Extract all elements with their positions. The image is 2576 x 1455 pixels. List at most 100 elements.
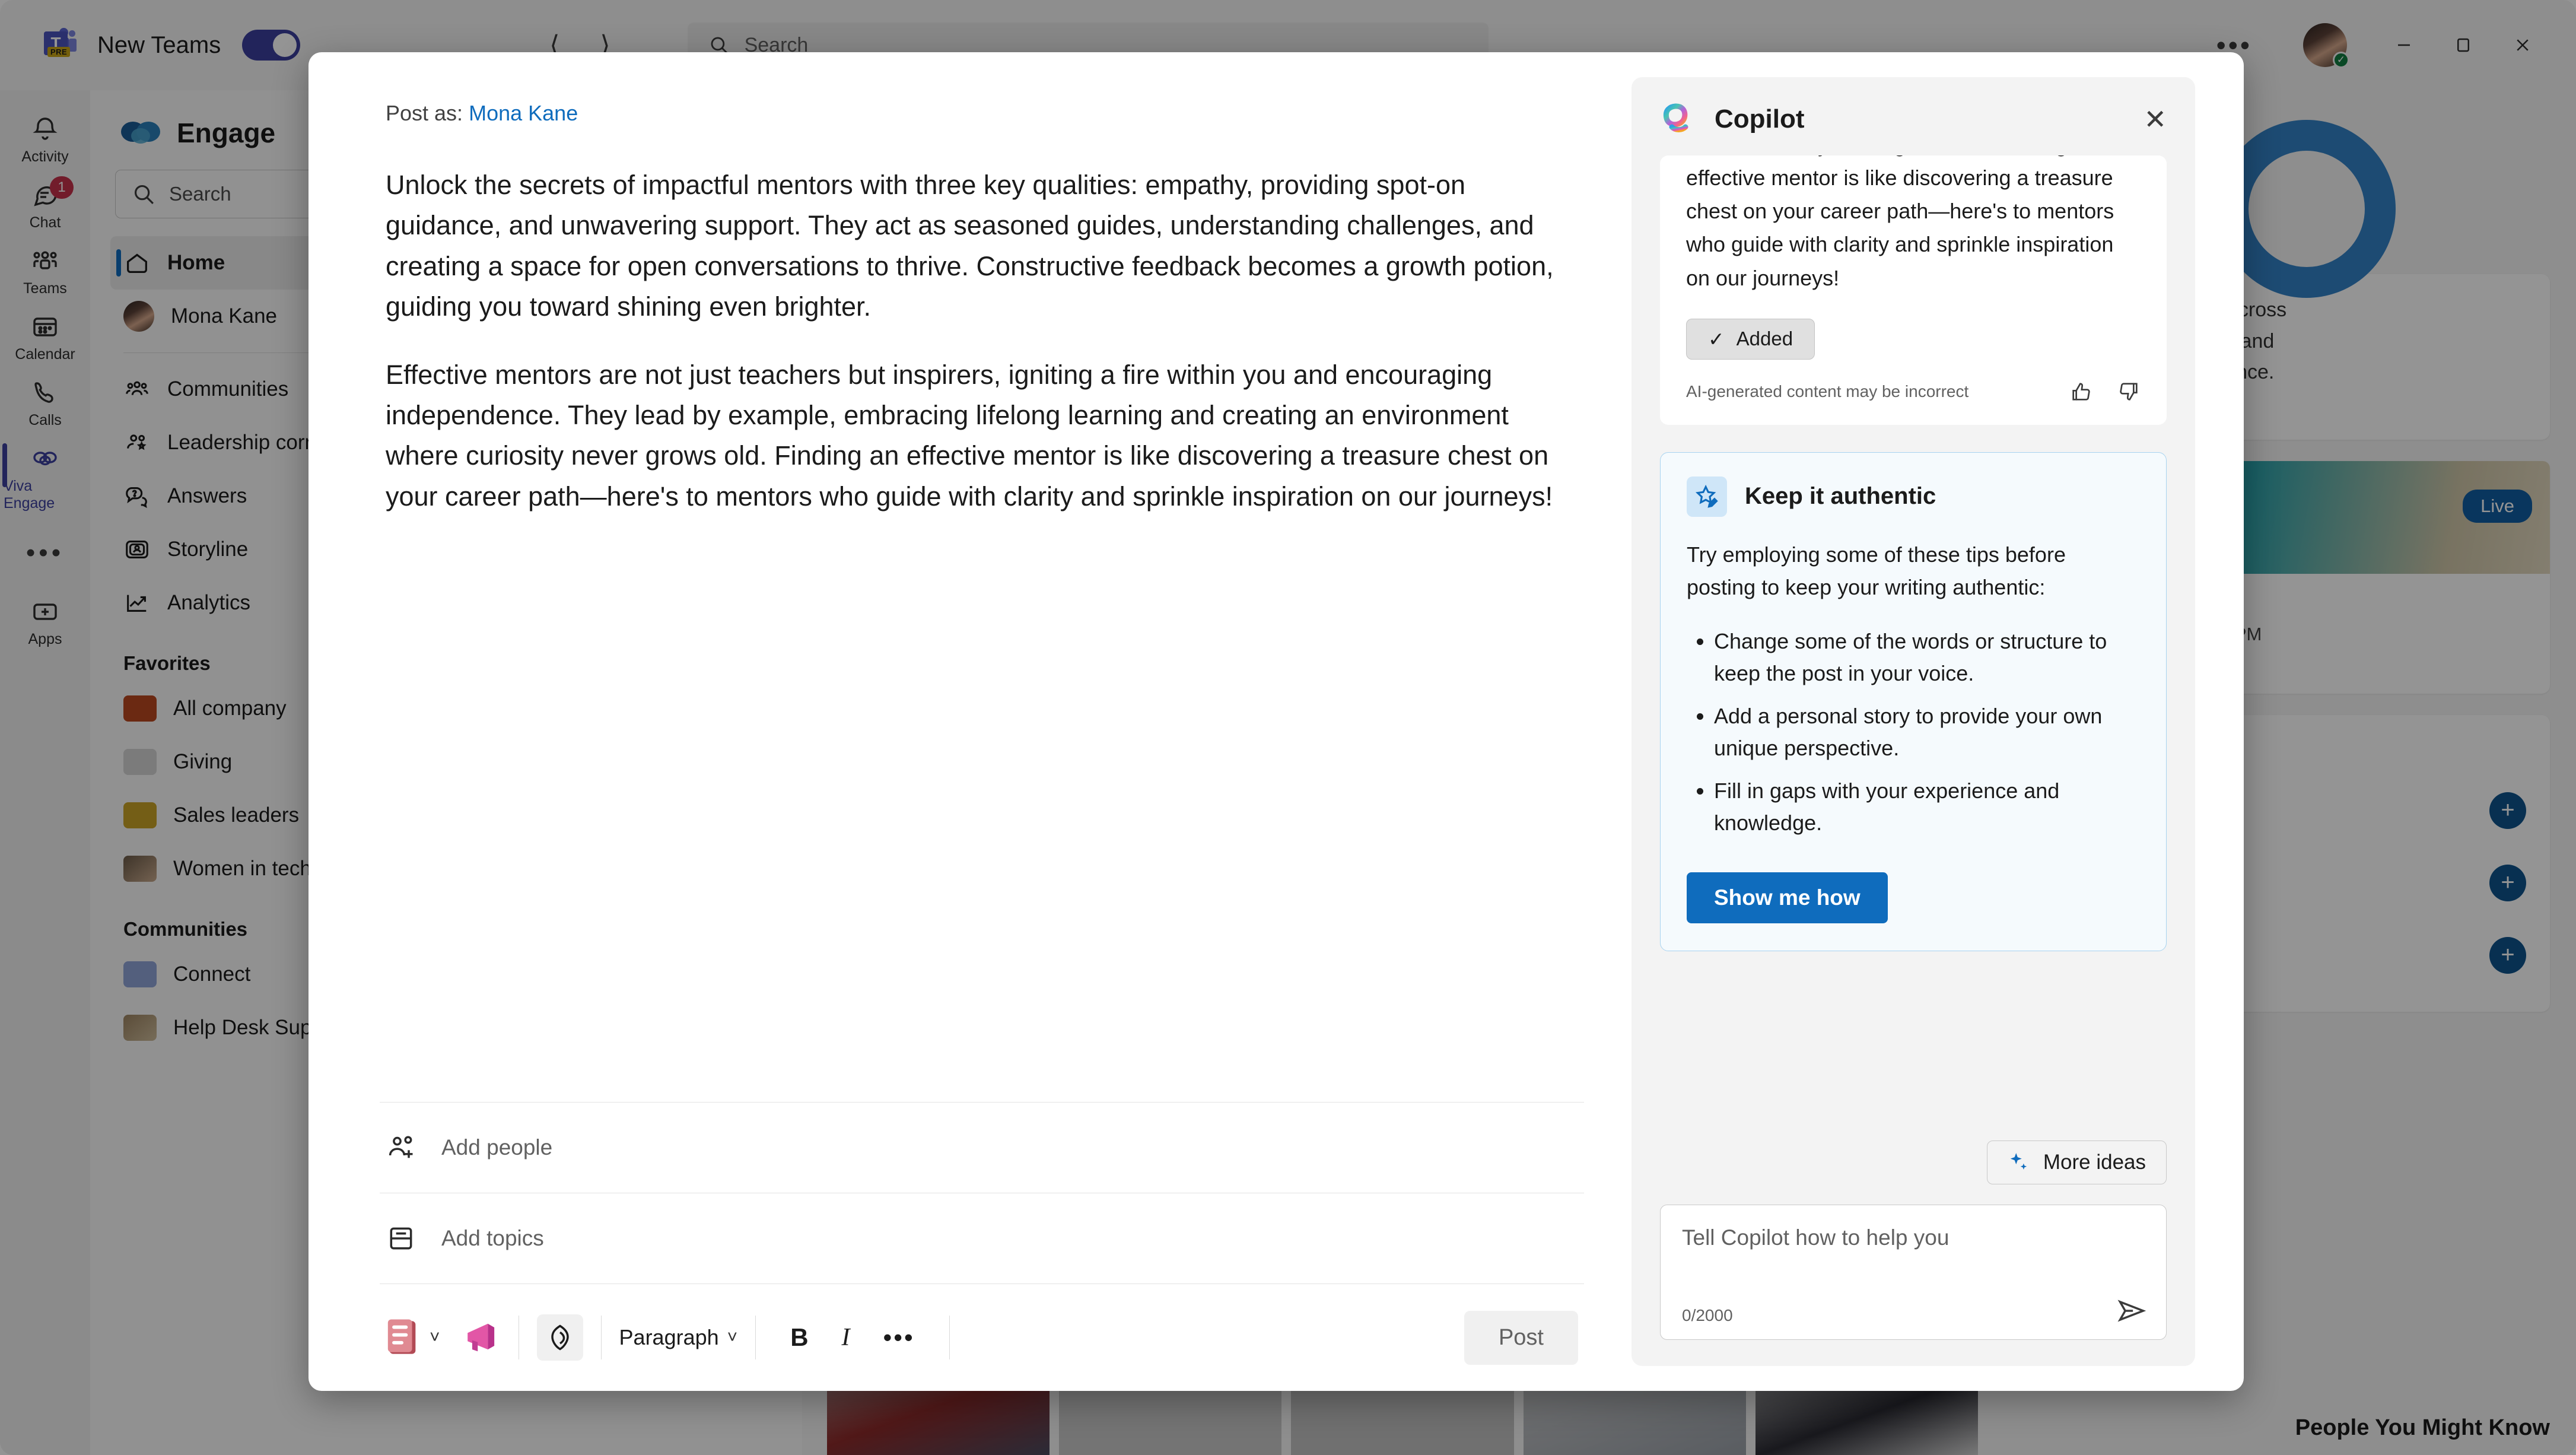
minimize-icon bbox=[2398, 44, 2410, 46]
close-button[interactable] bbox=[2493, 21, 2552, 69]
paragraph-style-label: Paragraph bbox=[619, 1325, 719, 1349]
thumbs-up-icon[interactable] bbox=[2069, 380, 2093, 404]
rail-item-calls[interactable]: Calls bbox=[4, 369, 87, 435]
copilot-toggle-icon bbox=[551, 1324, 569, 1351]
add-people-row[interactable]: Add people bbox=[386, 1103, 1578, 1193]
search-icon bbox=[134, 185, 154, 204]
favorite-label: Women in tech bbox=[173, 857, 311, 880]
rail-label: Teams bbox=[23, 280, 67, 297]
live-badge: Live bbox=[2463, 489, 2532, 523]
more-ideas-button[interactable]: More ideas bbox=[1986, 1141, 2167, 1184]
bell-icon bbox=[31, 115, 59, 144]
tips-list: Change some of the words or structure to… bbox=[1714, 625, 2140, 839]
chevron-down-icon: ˅ bbox=[430, 1327, 440, 1347]
copilot-title: Copilot bbox=[1715, 104, 1805, 134]
star-edit-icon bbox=[1687, 476, 1727, 517]
rail-item-apps[interactable]: Apps bbox=[4, 588, 87, 654]
thumbs-down-icon[interactable] bbox=[2117, 380, 2141, 404]
ai-disclaimer: AI-generated content may be incorrect bbox=[1686, 382, 1969, 401]
formatting-more-button[interactable]: ••• bbox=[867, 1323, 931, 1352]
add-people-label: Add people bbox=[441, 1135, 553, 1159]
paragraph-style-dropdown[interactable]: Paragraph ˅ bbox=[619, 1325, 738, 1350]
people-icon bbox=[31, 247, 59, 275]
copilot-message-text: where curiosity never grows old. Finding… bbox=[1686, 155, 2114, 290]
copilot-message-list[interactable]: where curiosity never grows old. Finding… bbox=[1632, 155, 2195, 1117]
analytics-icon bbox=[123, 589, 151, 617]
tip-item: Add a personal story to provide your own… bbox=[1714, 700, 2140, 764]
copilot-prompt-input[interactable]: Tell Copilot how to help you 0/2000 bbox=[1660, 1205, 2167, 1340]
phone-icon bbox=[31, 379, 59, 407]
show-me-how-button[interactable]: Show me how bbox=[1687, 872, 1888, 923]
copilot-close-button[interactable]: ✕ bbox=[2144, 106, 2167, 133]
copilot-message-card: where curiosity never grows old. Finding… bbox=[1660, 155, 2167, 425]
follow-campaign-button[interactable]: + bbox=[2489, 864, 2526, 901]
new-teams-toggle[interactable] bbox=[242, 30, 301, 61]
post-button[interactable]: Post bbox=[1464, 1310, 1578, 1365]
add-topics-row[interactable]: Add topics bbox=[386, 1193, 1578, 1284]
community-thumbnail bbox=[123, 1015, 157, 1041]
favorite-label: Giving bbox=[173, 750, 233, 773]
favorite-label: All company bbox=[173, 697, 287, 720]
maximize-icon bbox=[2457, 38, 2469, 52]
post-body-editor[interactable]: Unlock the secrets of impactful mentors … bbox=[386, 165, 1578, 1102]
apps-plus-icon bbox=[31, 598, 59, 626]
rail-label: Chat bbox=[29, 214, 61, 231]
rail-item-calendar[interactable]: Calendar bbox=[4, 303, 87, 369]
community-thumbnail bbox=[123, 856, 157, 882]
add-person-icon bbox=[386, 1132, 416, 1163]
minimize-button[interactable] bbox=[2374, 21, 2434, 69]
toolbar-separator bbox=[949, 1316, 950, 1359]
maximize-button[interactable] bbox=[2434, 21, 2493, 69]
rail-item-activity[interactable]: Activity bbox=[4, 106, 87, 171]
post-as-label: Post as: bbox=[386, 101, 463, 125]
sidebar-item-label: Communities bbox=[167, 377, 289, 401]
chat-unread-badge: 1 bbox=[50, 176, 74, 199]
follow-campaign-button[interactable]: + bbox=[2489, 936, 2526, 974]
copilot-toggle-button[interactable] bbox=[536, 1314, 583, 1361]
viva-engage-logo-icon bbox=[120, 116, 161, 150]
copilot-prompt-placeholder: Tell Copilot how to help you bbox=[1682, 1225, 1950, 1250]
rail-overflow-button[interactable]: ••• bbox=[26, 518, 64, 588]
teams-logo-icon: T PRE bbox=[43, 27, 79, 63]
more-ideas-label: More ideas bbox=[2043, 1151, 2146, 1174]
card-intro: Try employing some of these tips before … bbox=[1687, 542, 2066, 600]
composer-pane: Post as: Mona Kane Unlock the secrets of… bbox=[309, 52, 1632, 1391]
close-icon bbox=[2517, 39, 2529, 51]
tip-item: Change some of the words or structure to… bbox=[1714, 625, 2140, 690]
rail-label: Viva Engage bbox=[4, 478, 55, 512]
added-label: Added bbox=[1736, 328, 1793, 350]
calendar-icon bbox=[31, 313, 59, 341]
topic-icon bbox=[386, 1223, 416, 1254]
app-rail: Activity 1 Chat Teams Calendar Calls Viv… bbox=[0, 90, 90, 1455]
app-title: New Teams bbox=[97, 31, 221, 58]
viva-engage-icon bbox=[31, 444, 59, 473]
bold-button[interactable]: B bbox=[774, 1323, 825, 1352]
card-title: Keep it authentic bbox=[1745, 483, 1936, 510]
checkmark-icon: ✓ bbox=[1708, 328, 1725, 350]
post-composer-dialog: Post as: Mona Kane Unlock the secrets of… bbox=[309, 52, 2244, 1391]
home-icon bbox=[123, 249, 151, 277]
announcement-button[interactable] bbox=[464, 1321, 501, 1354]
rail-item-teams[interactable]: Teams bbox=[4, 237, 87, 303]
community-thumbnail bbox=[123, 749, 157, 775]
preview-badge: PRE bbox=[47, 47, 71, 57]
community-thumbnail bbox=[123, 961, 157, 987]
rail-label: Calls bbox=[28, 412, 62, 428]
community-label: Connect bbox=[173, 962, 251, 986]
added-button[interactable]: ✓ Added bbox=[1686, 318, 1815, 360]
rail-label: Activity bbox=[21, 148, 69, 165]
rail-item-chat[interactable]: 1 Chat bbox=[4, 171, 87, 237]
rail-label: Calendar bbox=[15, 346, 75, 363]
user-avatar[interactable]: ✓ bbox=[2303, 23, 2349, 68]
sparkle-icon bbox=[2010, 1153, 2027, 1170]
copilot-header: Copilot ✕ bbox=[1632, 77, 2195, 155]
italic-button[interactable]: I bbox=[825, 1323, 867, 1352]
sidebar-item-label: Home bbox=[167, 251, 225, 274]
post-type-button[interactable]: ˅ bbox=[386, 1319, 440, 1356]
sidebar-item-label: Analytics bbox=[167, 591, 251, 614]
follow-campaign-button[interactable]: + bbox=[2489, 792, 2526, 829]
post-as-name[interactable]: Mona Kane bbox=[469, 101, 578, 125]
rail-item-viva-engage[interactable]: Viva Engage bbox=[2, 435, 87, 518]
send-icon[interactable] bbox=[2116, 1295, 2147, 1326]
italic-label: I bbox=[841, 1324, 850, 1351]
